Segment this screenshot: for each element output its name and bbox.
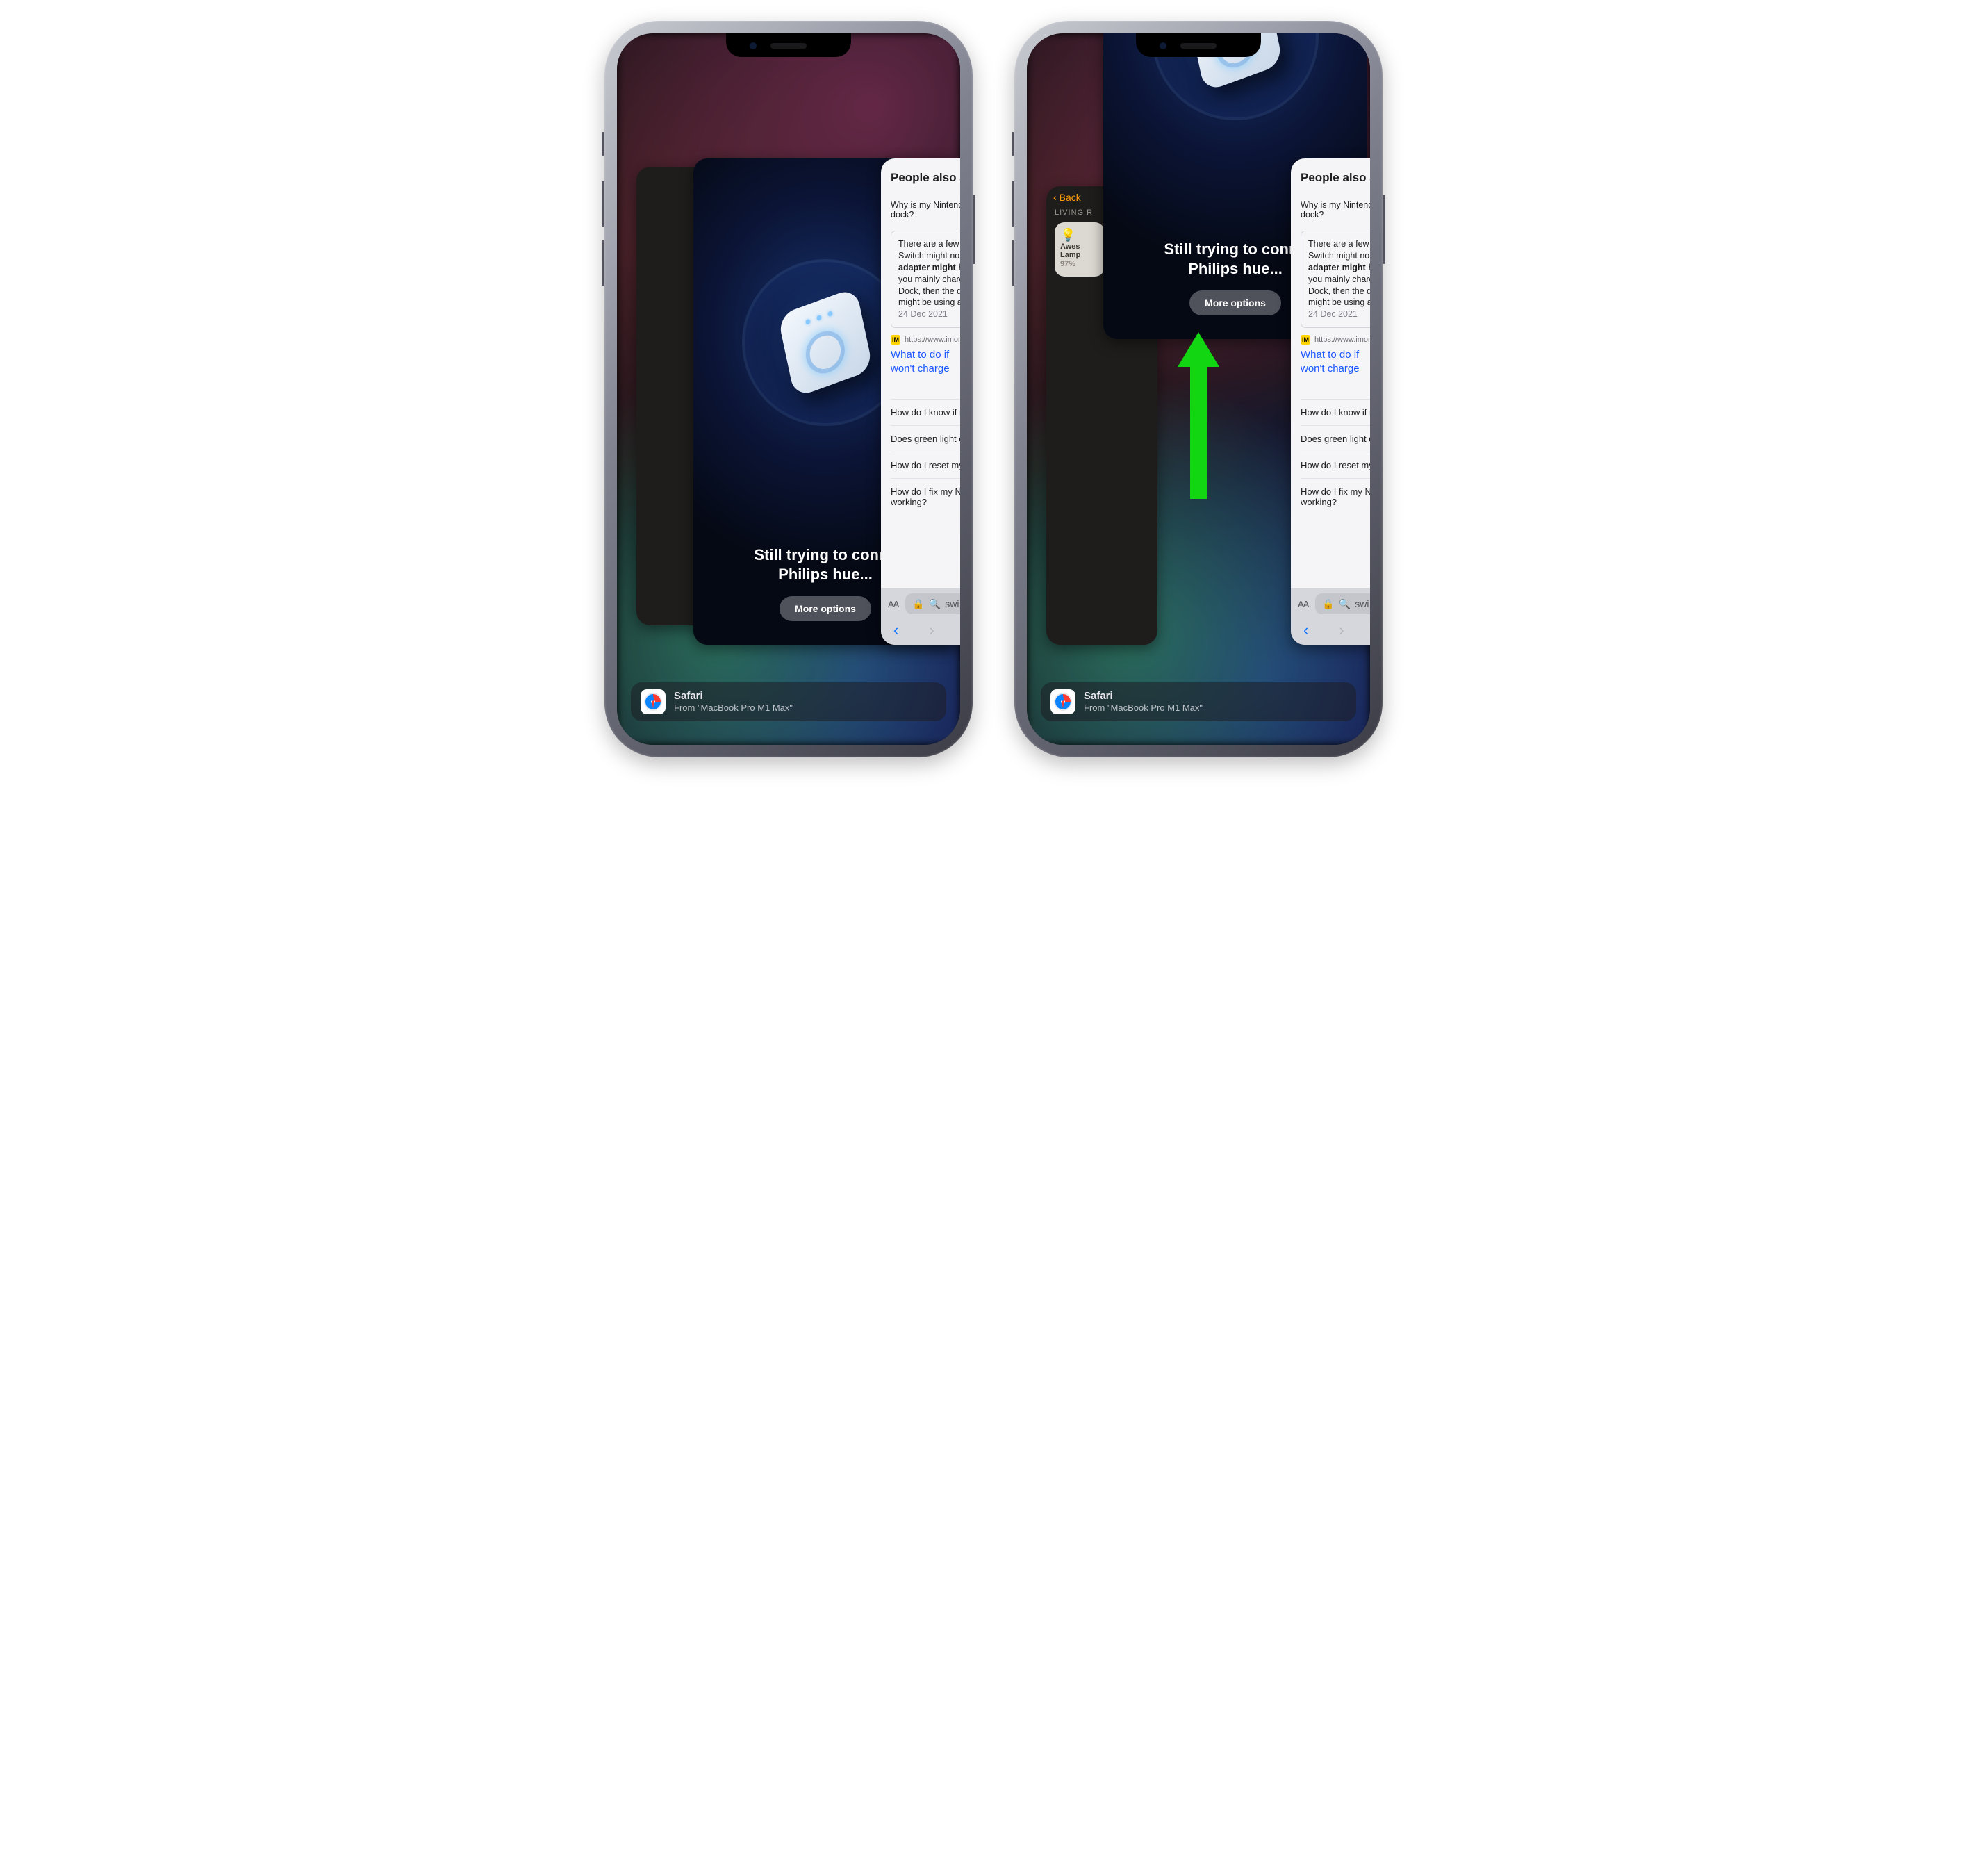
result-link[interactable]: What to do ifwon't charge [891,348,960,375]
paa-question-5[interactable]: How do I fix my Nintworking? [891,478,960,515]
favicon-icon: iM [891,335,900,345]
handoff-title: Safari [1084,691,1203,702]
safari-app-icon [1050,689,1075,714]
paa-question-1[interactable]: Why is my Nintendodock? [1301,193,1370,227]
app-card-safari[interactable]: Safari People also as Why is my Nintendo… [1291,158,1370,645]
back-icon[interactable]: ‹ [893,621,898,639]
back-label: Back [1060,192,1081,203]
forward-icon: › [929,621,934,639]
app-card-safari[interactable]: Safari People also as Why is my Nintendo… [881,158,960,645]
address-text: swi [1355,598,1369,609]
notch [726,33,851,57]
side-button-vol-up [602,181,604,227]
paa-question-3[interactable]: Does green light on s [891,425,960,452]
phone-frame: hue Hue Still trying to connePhilips hue… [604,21,973,757]
phone-right: ‹ Back LIVING R 💡 AwesLamp 97% Still try… [1014,21,1383,757]
handoff-title: Safari [674,691,793,702]
paa-question-1[interactable]: Why is my Nintendodock? [891,193,960,227]
more-options-button[interactable]: More options [1189,290,1281,315]
side-button-power [1383,195,1385,264]
paa-question-4[interactable]: How do I reset my N [1301,452,1370,478]
text-size-button[interactable]: AA [1298,599,1308,609]
search-icon: 🔍 [929,598,941,610]
chevron-left-icon: ‹ [1053,192,1057,203]
paa-question-5[interactable]: How do I fix my Nintworking? [1301,478,1370,515]
paa-question-4[interactable]: How do I reset my N [891,452,960,478]
side-button-vol-down [1012,240,1014,286]
side-button-silence [602,132,604,156]
paa-question-2[interactable]: How do I know if my [1301,399,1370,425]
lock-icon: 🔒 [912,598,924,610]
side-button-silence [1012,132,1014,156]
bulb-icon: 💡 [1060,228,1099,242]
paa-question-2[interactable]: How do I know if my [891,399,960,425]
side-button-vol-up [1012,181,1014,227]
screen[interactable]: ‹ Back LIVING R 💡 AwesLamp 97% Still try… [1027,33,1370,745]
result-url: iMhttps://www.imor [891,335,960,345]
side-button-power [973,195,975,264]
notch [1136,33,1261,57]
text-size-button[interactable]: AA [888,599,898,609]
paa-heading: People also as [1301,171,1370,185]
search-icon: 🔍 [1339,598,1351,610]
handoff-banner[interactable]: Safari From "MacBook Pro M1 Max" [631,682,946,721]
paa-answer-box: There are a few dif Switch might not b a… [1301,231,1370,328]
accessory-value: 97% [1060,260,1099,269]
safari-bottom-bar: AA 🔒 🔍 swi ‹ › [881,588,960,645]
phone-left: hue Hue Still trying to connePhilips hue… [604,21,973,757]
paa-heading: People also as [891,171,960,185]
back-icon[interactable]: ‹ [1303,621,1308,639]
phone-frame: ‹ Back LIVING R 💡 AwesLamp 97% Still try… [1014,21,1383,757]
handoff-subtitle: From "MacBook Pro M1 Max" [674,702,793,713]
accessory-name: AwesLamp [1060,242,1099,260]
lock-icon: 🔒 [1322,598,1334,610]
accessory-tile[interactable]: 💡 AwesLamp 97% [1055,222,1105,277]
side-button-vol-down [602,240,604,286]
result-link[interactable]: What to do ifwon't charge [1301,348,1370,375]
safari-app-icon [641,689,666,714]
screen[interactable]: hue Hue Still trying to connePhilips hue… [617,33,960,745]
more-options-button[interactable]: More options [780,596,871,621]
result-url: iMhttps://www.imor [1301,335,1370,345]
paa-question-3[interactable]: Does green light on s [1301,425,1370,452]
safari-bottom-bar: AA 🔒 🔍 swi ‹ › [1291,588,1370,645]
handoff-banner[interactable]: Safari From "MacBook Pro M1 Max" [1041,682,1356,721]
handoff-subtitle: From "MacBook Pro M1 Max" [1084,702,1203,713]
address-field[interactable]: 🔒 🔍 swi [905,593,960,614]
address-field[interactable]: 🔒 🔍 swi [1315,593,1370,614]
swipe-up-arrow-annotation [1178,332,1219,499]
paa-answer-box: There are a few dif Switch might not b a… [891,231,960,328]
forward-icon: › [1339,621,1344,639]
address-text: swi [945,598,959,609]
favicon-icon: iM [1301,335,1310,345]
